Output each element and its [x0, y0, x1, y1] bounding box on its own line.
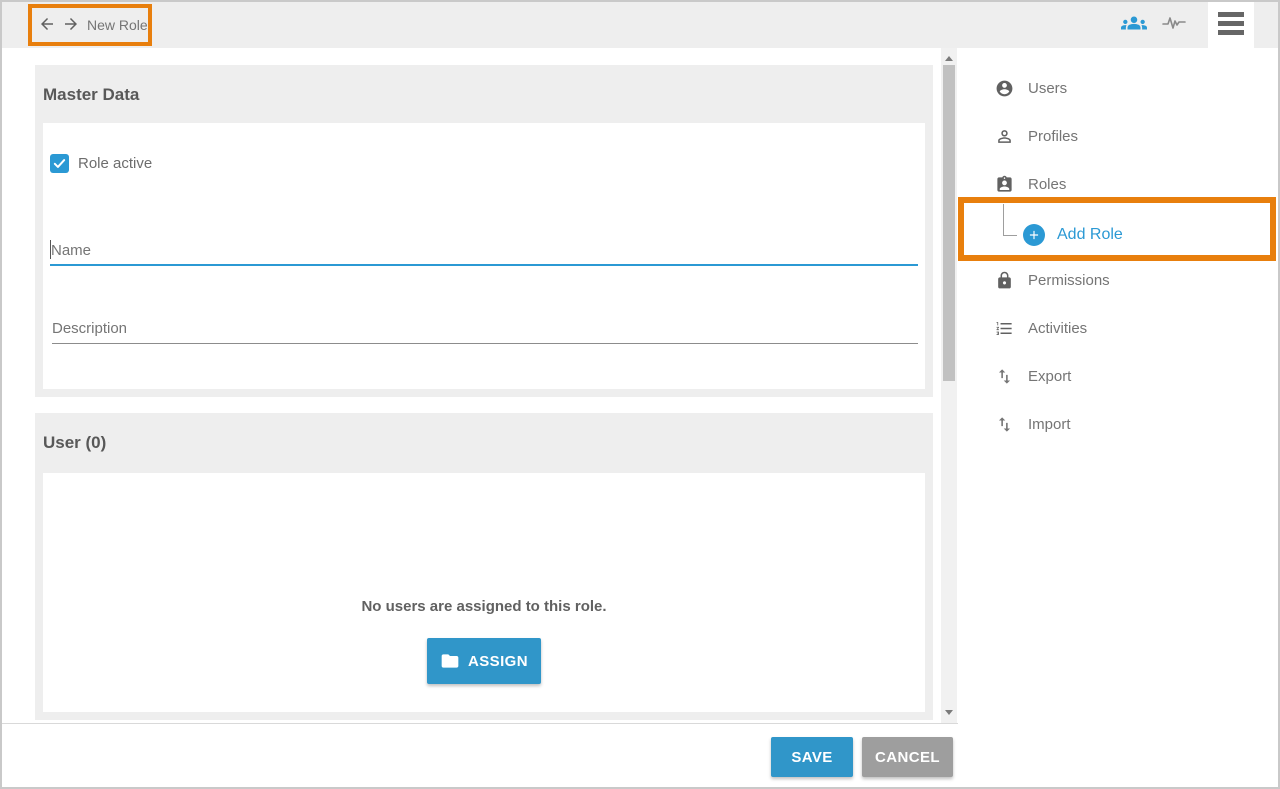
check-icon — [52, 156, 67, 171]
breadcrumb-title: New Role — [87, 17, 148, 33]
folder-icon — [440, 651, 460, 671]
scroll-down-icon[interactable] — [945, 710, 953, 715]
sidebar-menu: Users Profiles Roles Add Role Permission… — [958, 48, 1278, 789]
description-input[interactable]: Description — [52, 320, 127, 337]
sidebar-item-users[interactable]: Users — [958, 64, 1276, 112]
sidebar-label: Add Role — [1057, 226, 1123, 244]
back-icon[interactable] — [38, 15, 56, 33]
master-data-title: Master Data — [43, 85, 139, 105]
role-active-label: Role active — [78, 155, 152, 172]
master-data-panel: Master Data Role active Name Description — [35, 65, 933, 397]
name-input[interactable]: Name — [51, 242, 91, 259]
sidebar-item-activities[interactable]: Activities — [958, 304, 1276, 352]
user-panel: User (0) No users are assigned to this r… — [35, 413, 933, 720]
sidebar-label: Roles — [1028, 176, 1066, 193]
top-bar: New Role — [0, 0, 1280, 48]
lock-icon — [995, 271, 1014, 290]
import-export-icon — [995, 367, 1014, 386]
sidebar-label: Import — [1028, 416, 1071, 433]
assign-button-label: ASSIGN — [468, 653, 528, 670]
save-button[interactable]: SAVE — [771, 737, 853, 777]
sidebar-item-profiles[interactable]: Profiles — [958, 112, 1276, 160]
sidebar-item-export[interactable]: Export — [958, 352, 1276, 400]
sidebar-label: Activities — [1028, 320, 1087, 337]
sidebar-label: Permissions — [1028, 272, 1110, 289]
person-outline-icon — [995, 127, 1014, 146]
role-editor-window: New Role Master Data Role active Name — [0, 0, 1280, 789]
empty-users-message: No users are assigned to this role. — [43, 598, 925, 615]
master-data-card: Role active Name Description — [43, 123, 925, 389]
scrollbar-thumb[interactable] — [943, 65, 955, 381]
import-export-icon — [995, 415, 1014, 434]
sidebar-item-import[interactable]: Import — [958, 400, 1276, 448]
cancel-button[interactable]: CANCEL — [862, 737, 953, 777]
sidebar-item-permissions[interactable]: Permissions — [958, 256, 1276, 304]
sidebar-label: Export — [1028, 368, 1071, 385]
numbered-list-icon — [995, 319, 1014, 338]
assign-button[interactable]: ASSIGN — [427, 638, 541, 684]
forward-icon[interactable] — [62, 15, 80, 33]
add-circle-icon — [1023, 224, 1045, 246]
name-input-underline — [50, 264, 918, 266]
hamburger-menu-icon[interactable] — [1208, 0, 1254, 48]
user-panel-title: User (0) — [43, 433, 106, 453]
account-circle-icon — [995, 79, 1014, 98]
assignment-badge-icon — [995, 175, 1014, 194]
vertical-scrollbar[interactable] — [941, 48, 957, 723]
user-card: No users are assigned to this role. ASSI… — [43, 473, 925, 712]
content-area: Master Data Role active Name Description… — [0, 48, 958, 724]
activity-pulse-icon[interactable] — [1161, 13, 1187, 33]
scroll-up-icon[interactable] — [945, 56, 953, 61]
sidebar-label: Profiles — [1028, 128, 1078, 145]
role-active-checkbox[interactable] — [50, 154, 69, 173]
sidebar-label: Users — [1028, 80, 1067, 97]
role-active-row: Role active — [50, 154, 152, 173]
sidebar-item-add-role[interactable]: Add Role — [958, 197, 1276, 261]
people-group-icon[interactable] — [1121, 10, 1147, 36]
action-bar: SAVE CANCEL — [0, 724, 958, 787]
description-input-underline — [52, 343, 918, 344]
